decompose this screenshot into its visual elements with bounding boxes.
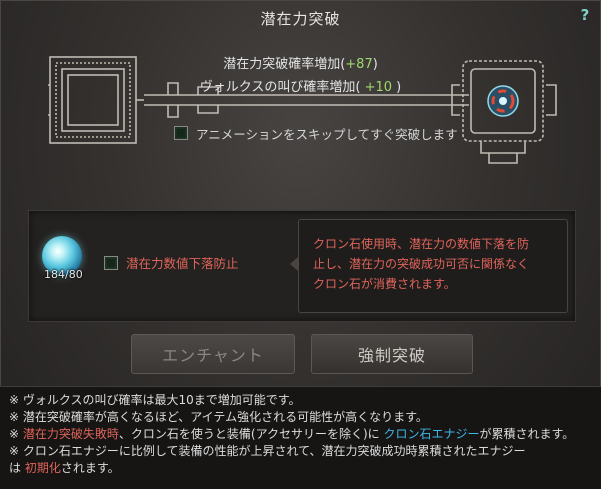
note-line-5-suffix: されます。	[60, 461, 120, 475]
help-icon[interactable]: ?	[577, 6, 593, 24]
breakthrough-rate-label: 潜在力突破確率増加(	[223, 57, 346, 72]
prevent-decrease-label: 潜在力数値下落防止	[126, 256, 239, 271]
volcus-rate-text: ヴォルクスの叫び確率増加( +10 )	[0, 76, 601, 95]
prevent-decrease-checkbox[interactable]	[104, 255, 118, 270]
note-line-3: ※ 潜在力突破失敗時、クロン石を使うと装備(アクセサリーを除く)に クロン石エナ…	[9, 425, 574, 442]
skip-animation-checkbox[interactable]	[174, 126, 188, 140]
reset-text: 初期化	[24, 461, 61, 475]
breakthrough-rate-value: +87	[345, 57, 373, 72]
cron-energy-text: クロン石エナジー	[383, 427, 480, 441]
tooltip-line: 止し、潜在力の突破成功可否に関係なく	[313, 257, 530, 271]
note-line-4: ※ クロン石エナジーに比例して装備の性能が上昇されて、潜在力突破成功時累積された…	[9, 444, 526, 458]
failure-warning-text: 潜在力突破失敗時	[22, 427, 119, 441]
volcus-rate-label: ヴォルクスの叫び確率増加(	[199, 80, 365, 95]
cron-stone-count: 184/80	[44, 268, 83, 281]
enchant-button[interactable]: エンチャント	[131, 334, 295, 374]
prevent-decrease-option[interactable]: 潜在力数値下落防止	[104, 253, 239, 272]
force-breakthrough-button[interactable]: 強制突破	[311, 334, 473, 374]
key-ornament-icon	[48, 56, 557, 164]
breakthrough-rate-close: )	[372, 57, 378, 72]
tooltip-line: クロン石が消費されます。	[313, 277, 456, 291]
potential-breakthrough-window: 潜在力突破 ? 潜在力突破確率増加(+87) ヴォルクスの叫び確率増加(+10…	[0, 0, 601, 489]
breakthrough-rate-text: 潜在力突破確率増加(+87)	[0, 53, 601, 72]
note-line-3-mid: 、クロン石を使うと装備(アクセサリーを除く)に	[118, 427, 384, 441]
volcus-rate-close: )	[392, 80, 402, 95]
tooltip-text: クロン石使用時、潜在力の数値下落を防 止し、潜在力の突破成功可否に関係なく クロ…	[313, 234, 559, 294]
note-line-3-prefix: ※	[9, 427, 23, 441]
tooltip-arrow	[290, 257, 298, 271]
note-line-2: ※ 潜在突破確率が高くなるほど、アイテム強化される可能性が高くなります。	[9, 410, 428, 424]
note-line-5: は 初期化されます。	[9, 459, 120, 476]
skip-animation-label: アニメーションをスキップしてすぐ突破します	[196, 126, 458, 142]
notes-section: ※ ヴォルクスの叫び確率は最大10まで増加可能です。 ※ 潜在突破確率が高くなる…	[0, 386, 601, 489]
note-line-3-suffix: が累積されます。	[479, 427, 575, 441]
cron-stone-tooltip: クロン石使用時、潜在力の数値下落を防 止し、潜在力の突破成功可否に関係なく クロ…	[298, 219, 568, 313]
volcus-rate-value: +10	[364, 80, 393, 95]
note-line-1: ※ ヴォルクスの叫び確率は最大10まで増加可能です。	[9, 393, 301, 407]
skip-animation-option[interactable]: アニメーションをスキップしてすぐ突破します	[174, 124, 458, 142]
window-title: 潜在力突破	[260, 10, 341, 28]
tooltip-line: クロン石使用時、潜在力の数値下落を防	[313, 237, 530, 251]
note-line-5-prefix: は	[9, 461, 25, 475]
